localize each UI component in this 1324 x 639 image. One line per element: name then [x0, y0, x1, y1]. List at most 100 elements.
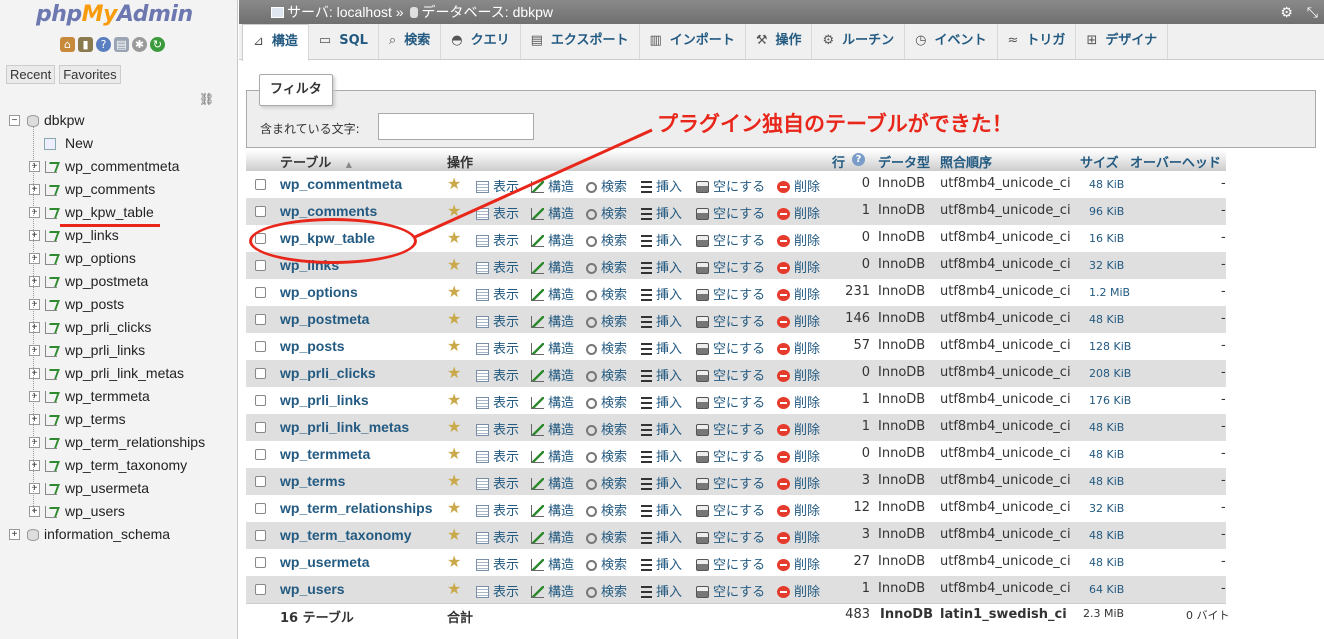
action-empty[interactable]: 空にする [696, 230, 765, 249]
expand-icon[interactable]: + [29, 460, 40, 471]
action-structure[interactable]: 構造 [531, 446, 574, 465]
action-search[interactable]: 検索 [586, 338, 627, 357]
favorite-star-icon[interactable]: ★ [447, 417, 461, 436]
action-drop[interactable]: 削除 [777, 365, 820, 384]
table-size-link[interactable]: 32 KiB [1089, 259, 1124, 272]
table-name-link[interactable]: wp_termmeta [280, 446, 370, 462]
action-insert[interactable]: 挿入 [641, 392, 682, 411]
header-size[interactable]: サイズ [1080, 152, 1119, 171]
tree-table-item[interactable]: + wp_prli_link_metas [0, 362, 238, 385]
action-search[interactable]: 検索 [586, 392, 627, 411]
header-rows[interactable]: 行 [832, 152, 845, 171]
row-checkbox[interactable] [255, 449, 266, 460]
action-drop[interactable]: 削除 [777, 527, 820, 546]
table-size-link[interactable]: 64 KiB [1089, 583, 1124, 596]
tree-table-item[interactable]: + wp_prli_clicks [0, 316, 238, 339]
tree-table-label[interactable]: wp_term_relationships [65, 431, 205, 454]
tree-table-item[interactable]: + wp_commentmeta [0, 155, 238, 178]
row-checkbox[interactable] [255, 476, 266, 487]
row-checkbox[interactable] [255, 584, 266, 595]
action-structure[interactable]: 構造 [531, 203, 574, 222]
expand-icon[interactable]: + [29, 230, 40, 241]
table-name-link[interactable]: wp_term_taxonomy [280, 527, 411, 543]
tab-3[interactable]: ◓ クエリ [441, 24, 521, 59]
action-empty[interactable]: 空にする [696, 284, 765, 303]
action-insert[interactable]: 挿入 [641, 419, 682, 438]
action-insert[interactable]: 挿入 [641, 527, 682, 546]
tab-1[interactable]: ▭ SQL [309, 24, 379, 59]
row-checkbox[interactable] [255, 368, 266, 379]
tree-table-item[interactable]: + wp_options [0, 247, 238, 270]
action-empty[interactable]: 空にする [696, 527, 765, 546]
action-browse[interactable]: 表示 [476, 338, 519, 357]
table-size-link[interactable]: 96 KiB [1089, 205, 1124, 218]
breadcrumb-database[interactable]: データベース: dbkpw [421, 4, 553, 20]
expand-icon[interactable]: + [9, 529, 20, 540]
tab-8[interactable]: ◷ イベント [905, 24, 998, 59]
docs-icon[interactable]: ▤ [114, 37, 129, 52]
tab-9[interactable]: ≈ トリガ [998, 24, 1077, 59]
help-icon[interactable]: ? [96, 37, 111, 52]
action-search[interactable]: 検索 [586, 419, 627, 438]
help-icon[interactable]: ? [852, 153, 865, 166]
action-insert[interactable]: 挿入 [641, 284, 682, 303]
favorite-star-icon[interactable]: ★ [447, 228, 461, 247]
action-search[interactable]: 検索 [586, 257, 627, 276]
tree-table-item[interactable]: + wp_termmeta [0, 385, 238, 408]
action-empty[interactable]: 空にする [696, 203, 765, 222]
row-checkbox[interactable] [255, 395, 266, 406]
header-type[interactable]: データ型 [878, 152, 930, 171]
action-structure[interactable]: 構造 [531, 554, 574, 573]
favorite-star-icon[interactable]: ★ [447, 174, 461, 193]
action-drop[interactable]: 削除 [777, 176, 820, 195]
action-browse[interactable]: 表示 [476, 446, 519, 465]
tree-table-label[interactable]: wp_termmeta [65, 385, 150, 408]
action-empty[interactable]: 空にする [696, 338, 765, 357]
expand-icon[interactable]: + [29, 506, 40, 517]
table-size-link[interactable]: 48 KiB [1089, 313, 1124, 326]
action-search[interactable]: 検索 [586, 284, 627, 303]
favorite-star-icon[interactable]: ★ [447, 255, 461, 274]
action-insert[interactable]: 挿入 [641, 365, 682, 384]
expand-icon[interactable]: + [29, 368, 40, 379]
tree-table-label[interactable]: wp_terms [65, 408, 126, 431]
tree-table-label[interactable]: wp_users [65, 500, 125, 523]
action-drop[interactable]: 削除 [777, 203, 820, 222]
collapse-icon[interactable]: − [9, 115, 20, 126]
tree-table-label[interactable]: wp_options [65, 247, 136, 270]
action-drop[interactable]: 削除 [777, 473, 820, 492]
favorite-star-icon[interactable]: ★ [447, 552, 461, 571]
action-search[interactable]: 検索 [586, 203, 627, 222]
row-checkbox[interactable] [255, 179, 266, 190]
tree-table-item[interactable]: + wp_links [0, 224, 238, 247]
expand-icon[interactable]: + [29, 276, 40, 287]
action-empty[interactable]: 空にする [696, 419, 765, 438]
action-search[interactable]: 検索 [586, 581, 627, 600]
action-browse[interactable]: 表示 [476, 176, 519, 195]
action-structure[interactable]: 構造 [531, 284, 574, 303]
action-structure[interactable]: 構造 [531, 176, 574, 195]
action-browse[interactable]: 表示 [476, 500, 519, 519]
table-size-link[interactable]: 1.2 MiB [1089, 286, 1130, 299]
tree-table-item[interactable]: + wp_postmeta [0, 270, 238, 293]
action-insert[interactable]: 挿入 [641, 311, 682, 330]
tree-table-item[interactable]: + wp_usermeta [0, 477, 238, 500]
action-drop[interactable]: 削除 [777, 419, 820, 438]
row-checkbox[interactable] [255, 341, 266, 352]
table-size-link[interactable]: 32 KiB [1089, 502, 1124, 515]
expand-icon[interactable]: + [29, 322, 40, 333]
table-name-link[interactable]: wp_options [280, 284, 358, 300]
action-empty[interactable]: 空にする [696, 500, 765, 519]
tree-table-label[interactable]: wp_commentmeta [65, 155, 179, 178]
expand-icon[interactable]: + [29, 207, 40, 218]
action-drop[interactable]: 削除 [777, 446, 820, 465]
action-search[interactable]: 検索 [586, 176, 627, 195]
action-search[interactable]: 検索 [586, 365, 627, 384]
action-search[interactable]: 検索 [586, 527, 627, 546]
action-insert[interactable]: 挿入 [641, 230, 682, 249]
favorite-star-icon[interactable]: ★ [447, 390, 461, 409]
favorite-star-icon[interactable]: ★ [447, 498, 461, 517]
action-browse[interactable]: 表示 [476, 554, 519, 573]
action-browse[interactable]: 表示 [476, 284, 519, 303]
action-structure[interactable]: 構造 [531, 230, 574, 249]
